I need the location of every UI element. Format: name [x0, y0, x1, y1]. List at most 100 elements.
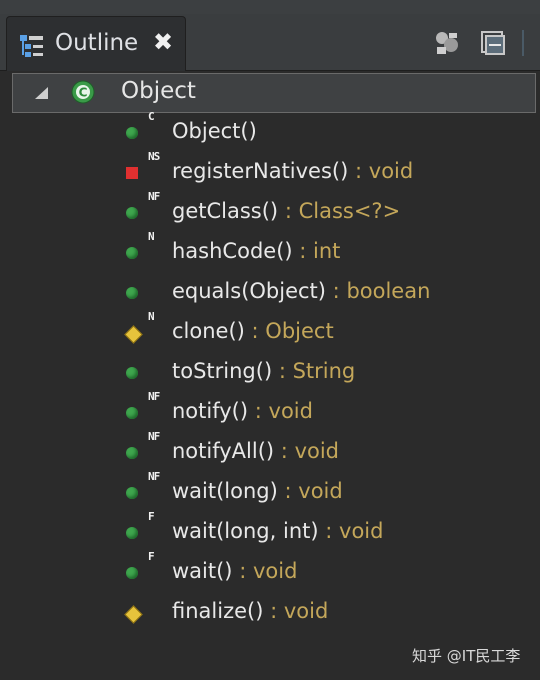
return-type: void [298, 479, 343, 503]
type-separator: : [284, 479, 292, 503]
method-signature: equals(Object) : boolean [172, 279, 430, 303]
return-type: int [313, 239, 341, 263]
method-name: hashCode() [172, 239, 293, 263]
modifier-badge: NF [148, 430, 160, 443]
tab-outline[interactable]: Outline ✖ [6, 16, 186, 71]
method-signature: toString() : String [172, 359, 355, 383]
type-separator: : [254, 399, 262, 423]
visibility-marker [126, 487, 138, 499]
tree-item-member[interactable]: NF notifyAll() : void [120, 430, 520, 473]
return-type: Class<?> [298, 199, 401, 223]
hide-fields-button[interactable] [428, 24, 466, 62]
type-separator: : [332, 279, 340, 303]
type-separator: : [278, 359, 286, 383]
hide-fields-icon [436, 32, 458, 54]
method-name: notify() [172, 399, 249, 423]
tree-item-member[interactable]: NhashCode() : int [120, 231, 520, 273]
public-method-icon [126, 527, 140, 541]
return-type: Object [265, 319, 334, 343]
visibility-marker [126, 167, 138, 179]
return-type: void [252, 559, 298, 583]
window-top-strip [0, 0, 540, 14]
type-separator: : [270, 599, 278, 623]
method-name: registerNatives() [172, 159, 349, 183]
public-method-icon [126, 287, 140, 301]
tree-item-member[interactable]: Nclone() : Object [120, 310, 520, 353]
method-signature: registerNatives() : void [172, 159, 413, 183]
type-separator: : [280, 439, 288, 463]
modifier-badge: C [148, 110, 155, 123]
modifier-badge: NF [148, 470, 160, 483]
tree-item-member[interactable]: finalize() : void [120, 593, 520, 633]
method-name: Object() [172, 119, 257, 143]
tree-item-member[interactable]: toString() : String [120, 353, 520, 393]
type-separator: : [239, 559, 247, 583]
tree-item-member[interactable]: NF wait(long) : void [120, 470, 520, 513]
type-separator: : [284, 199, 292, 223]
modifier-badge: F [148, 510, 155, 523]
public-method-icon [126, 127, 140, 141]
private-method-icon [126, 167, 140, 181]
method-name: wait() [172, 559, 233, 583]
modifier-badge: N [148, 310, 155, 323]
type-separator: : [325, 519, 333, 543]
method-name: wait(long, int) [172, 519, 319, 543]
public-method-icon [126, 407, 140, 421]
tab-title: Outline [55, 30, 139, 56]
public-method-icon [126, 367, 140, 381]
method-signature: wait() : void [172, 559, 297, 583]
modifier-badge: F [148, 550, 155, 563]
visibility-marker [124, 605, 143, 624]
tree-item-member[interactable]: Fwait(long, int) : void [120, 510, 520, 553]
outline-tree[interactable]: C Object C Object() NS registerNatives() : … [0, 71, 540, 680]
tree-item-member[interactable]: equals(Object) : boolean [120, 273, 520, 313]
method-signature: notifyAll() : void [172, 439, 339, 463]
method-name: wait(long) [172, 479, 278, 503]
visibility-marker [126, 407, 138, 419]
return-type: void [294, 439, 340, 463]
modifier-badge: NF [148, 390, 160, 403]
visibility-marker [124, 325, 143, 344]
view-tab-bar: Outline ✖ [0, 14, 540, 71]
method-signature: getClass() : Class<?> [172, 199, 400, 223]
visibility-marker [126, 247, 138, 259]
method-name: notifyAll() [172, 439, 275, 463]
method-signature: Object() [172, 119, 257, 143]
close-icon[interactable]: ✖ [153, 28, 173, 56]
public-method-icon [126, 567, 140, 581]
tree-item-member[interactable]: NF notify() : void [120, 390, 520, 433]
tree-item-member[interactable]: C Object() [120, 110, 520, 153]
public-method-icon [126, 207, 140, 221]
tree-item-member[interactable]: Fwait() : void [120, 550, 520, 593]
collapse-all-button[interactable] [474, 24, 512, 62]
return-type: boolean [346, 279, 431, 303]
return-type: void [339, 519, 384, 543]
method-name: toString() [172, 359, 273, 383]
expand-arrow-icon[interactable] [33, 86, 49, 100]
protected-method-icon [124, 605, 143, 624]
method-name: getClass() [172, 199, 279, 223]
type-separator: : [299, 239, 307, 263]
tree-item-member[interactable]: NS registerNatives() : void [120, 150, 520, 193]
return-type: void [268, 399, 313, 423]
public-method-icon [126, 247, 140, 261]
public-method-icon [126, 447, 140, 461]
method-name: equals(Object) [172, 279, 326, 303]
return-type: void [368, 159, 414, 183]
root-label: Object [121, 78, 196, 104]
method-signature: notify() : void [172, 399, 313, 423]
protected-method-icon [124, 325, 143, 344]
tree-item-member[interactable]: NF getClass() : Class<?> [120, 191, 520, 233]
visibility-marker [126, 127, 138, 139]
method-signature: wait(long) : void [172, 479, 343, 503]
method-signature: wait(long, int) : void [172, 519, 383, 543]
visibility-marker [126, 567, 138, 579]
tree-root-object[interactable]: C Object [12, 73, 536, 113]
view-menu-icon[interactable] [522, 30, 524, 56]
method-name: finalize() [172, 599, 264, 623]
visibility-marker [126, 207, 138, 219]
modifier-badge: NS [148, 150, 160, 163]
collapse-all-icon [481, 31, 505, 55]
method-name: clone() [172, 319, 245, 343]
method-signature: hashCode() : int [172, 239, 340, 263]
